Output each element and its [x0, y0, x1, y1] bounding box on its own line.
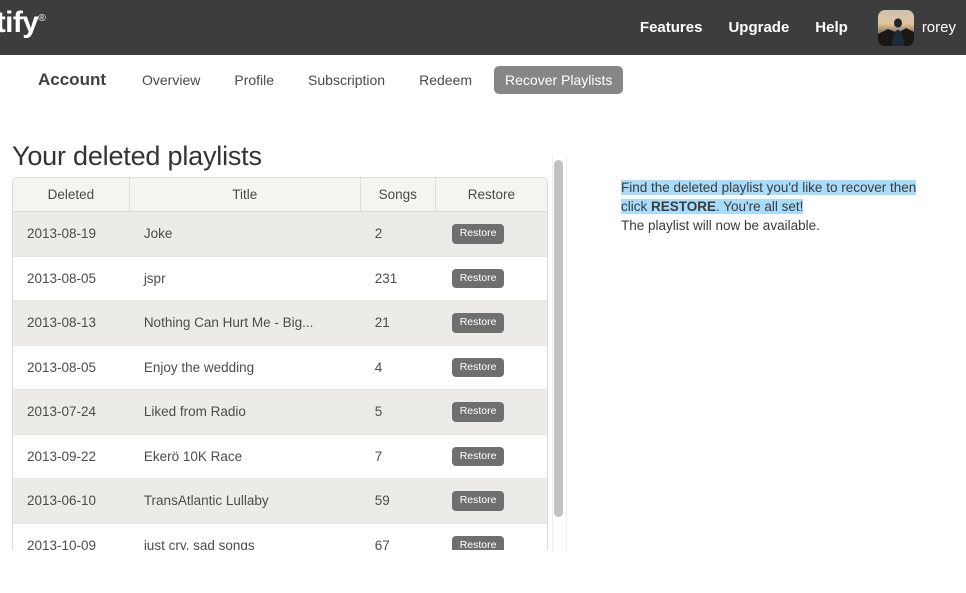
instructions-text-b: . You're all set! — [716, 199, 804, 214]
top-navigation-bar: otify® Features Upgrade Help — [0, 0, 966, 55]
top-nav-links: Features Upgrade Help rorey — [640, 0, 956, 55]
brand-text: otify — [0, 6, 39, 39]
cell-playlist-title: Enjoy the wedding — [129, 345, 361, 390]
top-nav-upgrade[interactable]: Upgrade — [728, 19, 789, 36]
cell-playlist-title: Nothing Can Hurt Me - Big... — [129, 301, 361, 346]
restore-button[interactable]: Restore — [451, 268, 505, 288]
page-title: Your deleted playlists — [12, 141, 262, 172]
user-menu[interactable]: rorey — [877, 9, 956, 46]
cell-restore-action: Restore — [435, 256, 547, 301]
spotify-logo[interactable]: otify® — [0, 6, 46, 40]
instructions-paragraph-1: Find the deleted playlist you'd like to … — [621, 178, 941, 216]
table-header: Deleted Title Songs Restore — [13, 178, 547, 212]
cell-playlist-title: Joke — [129, 212, 361, 257]
username-label: rorey — [921, 19, 956, 36]
subnav-item-redeem[interactable]: Redeem — [407, 67, 484, 93]
cell-song-count: 7 — [360, 434, 436, 479]
table-body: 2013-08-19 Joke 2 Restore 2013-08-05 jspr 231 R… — [13, 212, 547, 550]
cell-playlist-title: Ekerö 10K Race — [129, 434, 361, 479]
subnav-item-profile[interactable]: Profile — [222, 67, 286, 93]
cell-deleted-date: 2013-07-24 — [13, 390, 130, 435]
cell-deleted-date: 2013-06-10 — [13, 479, 130, 524]
deleted-playlists-table: Deleted Title Songs Restore 2013-08-19 Jo… — [12, 177, 548, 550]
table-scrollbar-thumb[interactable] — [554, 160, 563, 517]
cell-deleted-date: 2013-08-05 — [13, 345, 130, 390]
top-nav-features[interactable]: Features — [640, 19, 703, 36]
cell-playlist-title: Liked from Radio — [129, 390, 361, 435]
table-row: 2013-08-05 Enjoy the wedding 4 Restore — [13, 345, 547, 390]
restore-button[interactable]: Restore — [451, 446, 505, 466]
cell-song-count: 2 — [360, 212, 436, 257]
column-header-deleted[interactable]: Deleted — [13, 178, 130, 212]
table-row: 2013-09-22 Ekerö 10K Race 7 Restore — [13, 434, 547, 479]
column-header-restore: Restore — [435, 178, 547, 212]
cell-restore-action: Restore — [435, 345, 547, 390]
account-title: Account — [38, 70, 106, 89]
subnav-item-recover-playlists[interactable]: Recover Playlists — [494, 66, 624, 94]
cell-deleted-date: 2013-09-22 — [13, 434, 130, 479]
restore-button[interactable]: Restore — [451, 357, 505, 377]
restore-button[interactable]: Restore — [451, 491, 505, 511]
instructions-panel: Find the deleted playlist you'd like to … — [621, 178, 941, 235]
column-header-songs[interactable]: Songs — [360, 178, 436, 212]
cell-restore-action: Restore — [435, 212, 547, 257]
cell-restore-action: Restore — [435, 479, 547, 524]
cell-song-count: 59 — [360, 479, 436, 524]
cell-restore-action: Restore — [435, 301, 547, 346]
table-row: 2013-08-05 jspr 231 Restore — [13, 256, 547, 301]
subnav-item-overview[interactable]: Overview — [130, 67, 212, 93]
table-row: 2013-08-19 Joke 2 Restore — [13, 212, 547, 257]
table-row: 2013-06-10 TransAtlantic Lullaby 59 Restore — [13, 479, 547, 524]
cell-playlist-title: just cry, sad songs — [129, 523, 361, 550]
column-header-title[interactable]: Title — [129, 178, 361, 212]
cell-restore-action: Restore — [435, 390, 547, 435]
registered-trademark-icon: ® — [38, 13, 46, 24]
cell-deleted-date: 2013-08-19 — [13, 212, 130, 257]
deleted-playlists-table-container: Deleted Title Songs Restore 2013-08-19 Jo… — [12, 177, 548, 550]
table-row: 2013-07-24 Liked from Radio 5 Restore — [13, 390, 547, 435]
restore-button[interactable]: Restore — [451, 313, 505, 333]
avatar[interactable] — [877, 9, 914, 46]
restore-button[interactable]: Restore — [451, 224, 505, 244]
cell-playlist-title: TransAtlantic Lullaby — [129, 479, 361, 524]
table-row: 2013-10-09 just cry, sad songs 67 Restore — [13, 523, 547, 550]
cell-restore-action: Restore — [435, 434, 547, 479]
instructions-paragraph-2: The playlist will now be available. — [621, 218, 820, 233]
instructions-restore-keyword: RESTORE — [651, 199, 717, 214]
cell-song-count: 4 — [360, 345, 436, 390]
cell-deleted-date: 2013-08-13 — [13, 301, 130, 346]
subnav-item-subscription[interactable]: Subscription — [296, 67, 397, 93]
restore-button[interactable]: Restore — [451, 535, 505, 550]
top-nav-help[interactable]: Help — [815, 19, 848, 36]
cell-deleted-date: 2013-10-09 — [13, 523, 130, 550]
restore-button[interactable]: Restore — [451, 402, 505, 422]
cell-song-count: 5 — [360, 390, 436, 435]
cell-song-count: 21 — [360, 301, 436, 346]
table-row: 2013-08-13 Nothing Can Hurt Me - Big... 21… — [13, 301, 547, 346]
account-subnav: Account Overview Profile Subscription Re… — [0, 55, 966, 105]
cell-song-count: 67 — [360, 523, 436, 550]
cell-deleted-date: 2013-08-05 — [13, 256, 130, 301]
cell-playlist-title: jspr — [129, 256, 361, 301]
cell-song-count: 231 — [360, 256, 436, 301]
table-header-row: Deleted Title Songs Restore — [13, 178, 547, 212]
cell-restore-action: Restore — [435, 523, 547, 550]
